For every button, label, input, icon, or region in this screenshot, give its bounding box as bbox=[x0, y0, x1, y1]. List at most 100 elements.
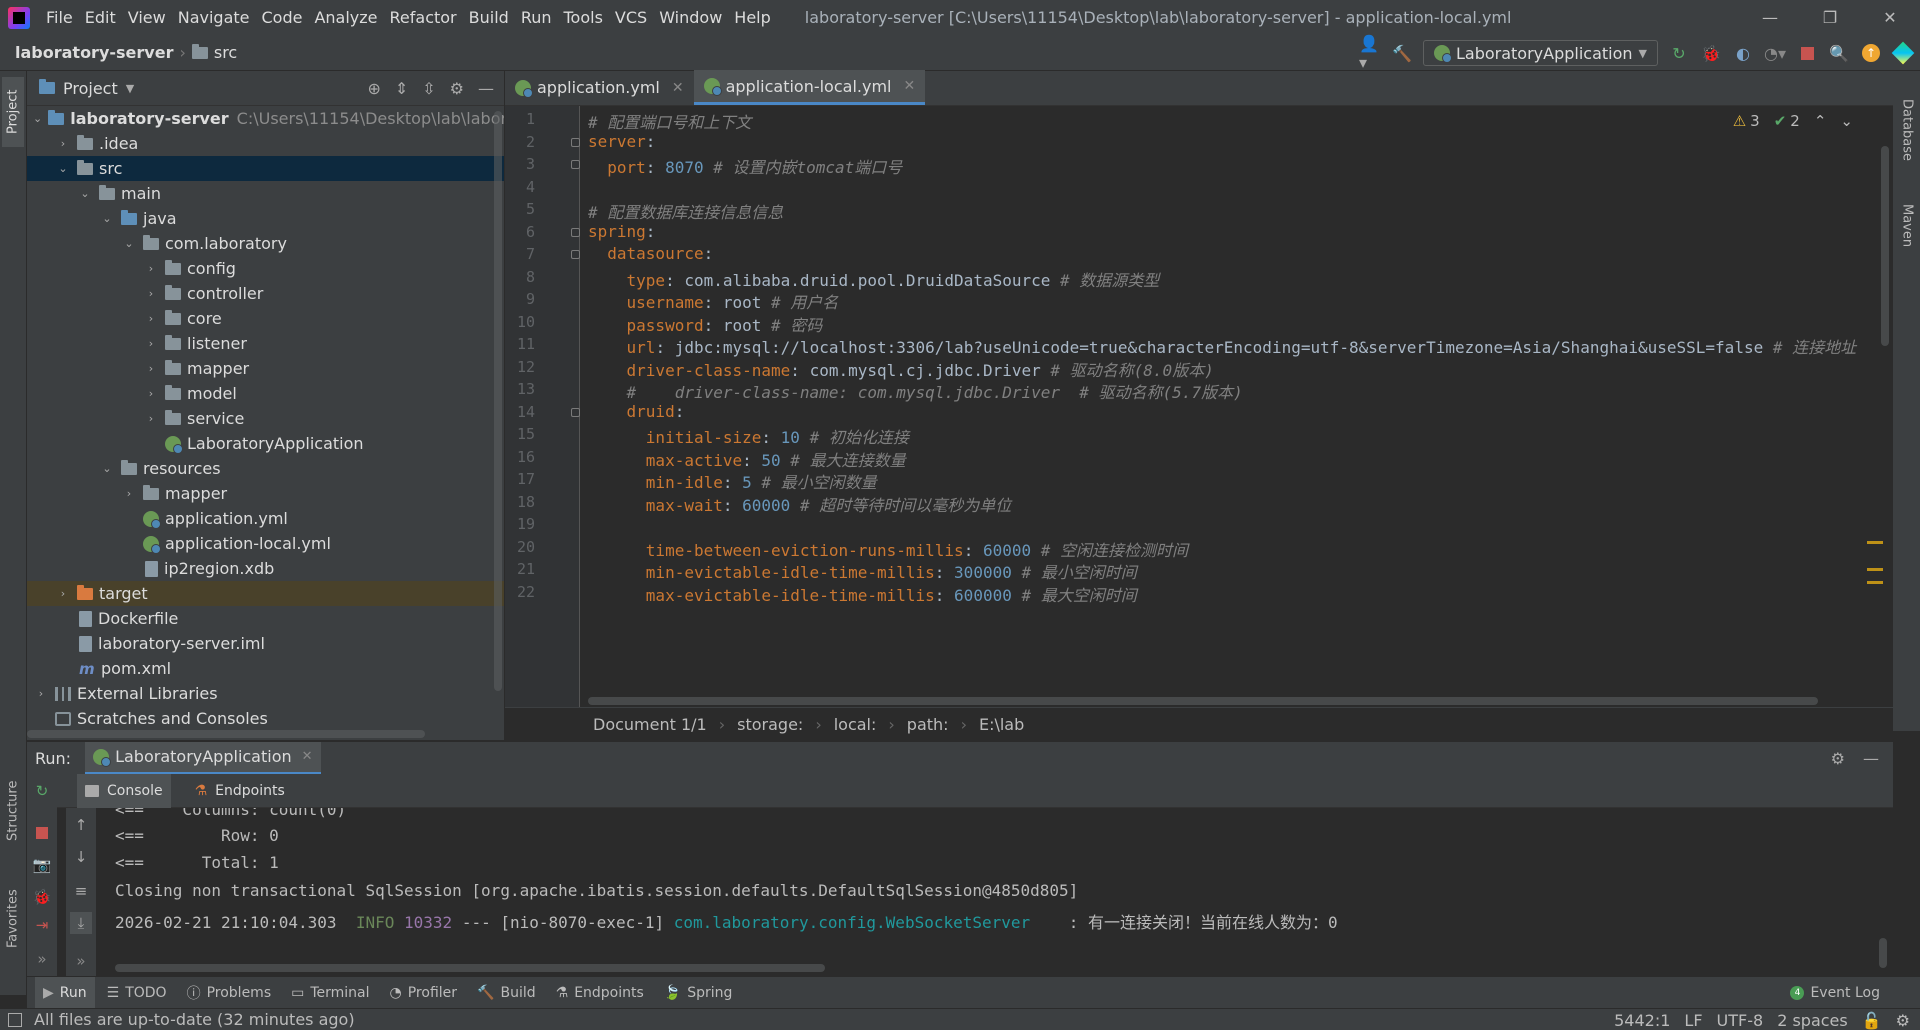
maven-tool-tab[interactable]: Maven bbox=[1896, 191, 1918, 261]
gear-icon[interactable]: ⚙ bbox=[1831, 749, 1845, 768]
chevron-right-icon[interactable]: › bbox=[143, 337, 159, 350]
tool-todo[interactable]: ☰ TODO bbox=[99, 977, 175, 1009]
chevron-right-icon[interactable]: › bbox=[143, 312, 159, 325]
run-configuration-select[interactable]: LaboratoryApplication ▼ bbox=[1422, 40, 1658, 66]
next-highlight-icon[interactable]: ⌄ bbox=[1840, 112, 1853, 130]
soft-wrap-icon[interactable]: ≡ bbox=[72, 882, 90, 900]
close-tab-icon[interactable]: ✕ bbox=[903, 78, 915, 94]
previous-highlight-icon[interactable]: ⌃ bbox=[1814, 112, 1827, 130]
camera-icon[interactable]: 📷 bbox=[33, 856, 52, 874]
tree-item-main[interactable]: ⌄ main bbox=[27, 181, 504, 206]
hide-icon[interactable]: — bbox=[1863, 749, 1879, 768]
tree-item-model[interactable]: › model bbox=[27, 381, 504, 406]
menu-run[interactable]: Run bbox=[515, 8, 558, 27]
file-encoding[interactable]: UTF-8 bbox=[1717, 1011, 1764, 1030]
chevron-right-icon[interactable]: › bbox=[33, 687, 49, 700]
error-stripe-marker[interactable] bbox=[1867, 581, 1883, 584]
breadcrumb-document[interactable]: Document 1/1 bbox=[593, 715, 707, 734]
line-separator[interactable]: LF bbox=[1684, 1011, 1702, 1030]
tree-item-core[interactable]: › core bbox=[27, 306, 504, 331]
layout-toggle-icon[interactable] bbox=[8, 1012, 22, 1027]
chevron-down-icon[interactable]: ⌄ bbox=[77, 187, 93, 200]
menu-file[interactable]: File bbox=[40, 8, 79, 27]
dropdown-arrow-icon[interactable]: ▼ bbox=[126, 82, 134, 95]
console-output[interactable]: <== Columns: count(0) <== Row: 0 <== Tot… bbox=[97, 808, 1893, 976]
chevron-right-icon[interactable]: › bbox=[55, 587, 71, 600]
tree-item-application-local-yml[interactable]: application-local.yml bbox=[27, 531, 504, 556]
tree-item-resources-mapper[interactable]: › mapper bbox=[27, 481, 504, 506]
gear-icon[interactable]: ⚙ bbox=[450, 79, 464, 98]
tree-item-controller[interactable]: › controller bbox=[27, 281, 504, 306]
structure-tool-tab[interactable]: Structure bbox=[2, 771, 24, 851]
breadcrumb-storage[interactable]: storage: bbox=[737, 715, 803, 734]
tree-item-listener[interactable]: › listener bbox=[27, 331, 504, 356]
tree-item-com-laboratory[interactable]: ⌄ com.laboratory bbox=[27, 231, 504, 256]
event-log-button[interactable]: 4 Event Log bbox=[1790, 977, 1880, 1009]
tool-run[interactable]: ▶ Run bbox=[35, 976, 95, 1009]
chevron-right-icon[interactable]: › bbox=[121, 487, 137, 500]
tool-terminal[interactable]: ▭ Terminal bbox=[283, 977, 377, 1009]
tab-application-local-yml[interactable]: application-local.yml ✕ bbox=[693, 70, 926, 105]
tab-console[interactable]: Console bbox=[77, 773, 171, 808]
tree-item-target[interactable]: › target bbox=[27, 581, 504, 606]
build-hammer-icon[interactable]: 🔨 bbox=[1391, 42, 1413, 64]
stop-icon[interactable] bbox=[33, 824, 51, 842]
tree-item-mapper[interactable]: › mapper bbox=[27, 356, 504, 381]
close-tab-icon[interactable]: ✕ bbox=[672, 80, 684, 96]
tool-build[interactable]: 🔨 Build bbox=[469, 977, 544, 1009]
menu-view[interactable]: View bbox=[122, 8, 172, 27]
chevron-down-icon[interactable]: ⌄ bbox=[55, 162, 71, 175]
tree-item-idea[interactable]: › .idea bbox=[27, 131, 504, 156]
project-horizontal-scrollbar[interactable] bbox=[27, 730, 425, 738]
menu-edit[interactable]: Edit bbox=[79, 8, 122, 27]
chevron-right-icon[interactable]: › bbox=[143, 412, 159, 425]
menu-analyze[interactable]: Analyze bbox=[308, 8, 383, 27]
tree-item-config[interactable]: › config bbox=[27, 256, 504, 281]
exit-icon[interactable]: ⇥ bbox=[33, 916, 51, 934]
chevron-right-icon[interactable]: › bbox=[143, 287, 159, 300]
tree-item-external-libraries[interactable]: › External Libraries bbox=[27, 681, 504, 706]
error-stripe-marker[interactable] bbox=[1867, 568, 1883, 571]
tree-item-service[interactable]: › service bbox=[27, 406, 504, 431]
fold-marker-icon[interactable] bbox=[571, 250, 580, 259]
tree-item-java[interactable]: ⌄ java bbox=[27, 206, 504, 231]
settings-face-icon[interactable]: ⚙ bbox=[1896, 1011, 1910, 1030]
indent-setting[interactable]: 2 spaces bbox=[1777, 1011, 1848, 1030]
chevron-down-icon[interactable]: ⌄ bbox=[99, 212, 115, 225]
tree-item-laboratory-server[interactable]: ⌄ laboratory-server C:\Users\11154\Desktop… bbox=[27, 106, 504, 131]
chevron-right-icon[interactable]: › bbox=[55, 137, 71, 150]
menu-vcs[interactable]: VCS bbox=[609, 8, 653, 27]
editor-vertical-scrollbar[interactable] bbox=[1881, 146, 1889, 346]
menu-navigate[interactable]: Navigate bbox=[172, 8, 256, 27]
console-horizontal-scrollbar[interactable] bbox=[115, 964, 825, 972]
chevron-down-icon[interactable]: ⌄ bbox=[121, 237, 137, 250]
tab-application-yml[interactable]: application.yml ✕ bbox=[505, 70, 694, 105]
menu-refactor[interactable]: Refactor bbox=[384, 8, 463, 27]
arrow-down-icon[interactable]: ↓ bbox=[72, 848, 90, 866]
menu-tools[interactable]: Tools bbox=[558, 8, 609, 27]
stop-icon[interactable] bbox=[1796, 42, 1818, 64]
tab-endpoints[interactable]: ⚗ Endpoints bbox=[187, 774, 293, 808]
editor-horizontal-scrollbar[interactable] bbox=[588, 697, 1818, 705]
menu-code[interactable]: Code bbox=[256, 8, 309, 27]
restore-icon[interactable]: ❐ bbox=[1800, 0, 1860, 35]
more-icon[interactable]: » bbox=[72, 952, 90, 970]
project-tool-tab[interactable]: Project bbox=[2, 77, 24, 147]
project-panel-title[interactable]: Project bbox=[63, 79, 118, 98]
close-window-icon[interactable]: ✕ bbox=[1860, 0, 1920, 35]
collapse-all-icon[interactable]: ⇳ bbox=[422, 79, 435, 98]
fold-marker-icon[interactable] bbox=[571, 408, 580, 417]
code-editor[interactable]: 1 2 3 4 5 6 7 8 9 10 11 12 13 14 15 16 1… bbox=[505, 106, 1893, 707]
arrow-up-icon[interactable]: ↑ bbox=[72, 816, 90, 834]
menu-window[interactable]: Window bbox=[653, 8, 728, 27]
search-icon[interactable]: 🔍 bbox=[1828, 42, 1850, 64]
minimize-icon[interactable]: — bbox=[1740, 0, 1800, 35]
tree-item-src[interactable]: ⌄ src bbox=[27, 156, 504, 181]
lock-icon[interactable]: 🔓 bbox=[1862, 1011, 1882, 1030]
chevron-right-icon[interactable]: › bbox=[143, 362, 159, 375]
breadcrumb-path-value[interactable]: E:\lab bbox=[979, 715, 1024, 734]
rerun-icon[interactable]: ↻ bbox=[33, 782, 51, 800]
tool-spring[interactable]: 🍃 Spring bbox=[656, 977, 741, 1009]
caret-position[interactable]: 5442:1 bbox=[1614, 1011, 1670, 1030]
inspection-widget[interactable]: ⚠ 3 ✔ 2 ⌃ ⌄ bbox=[1733, 112, 1853, 130]
